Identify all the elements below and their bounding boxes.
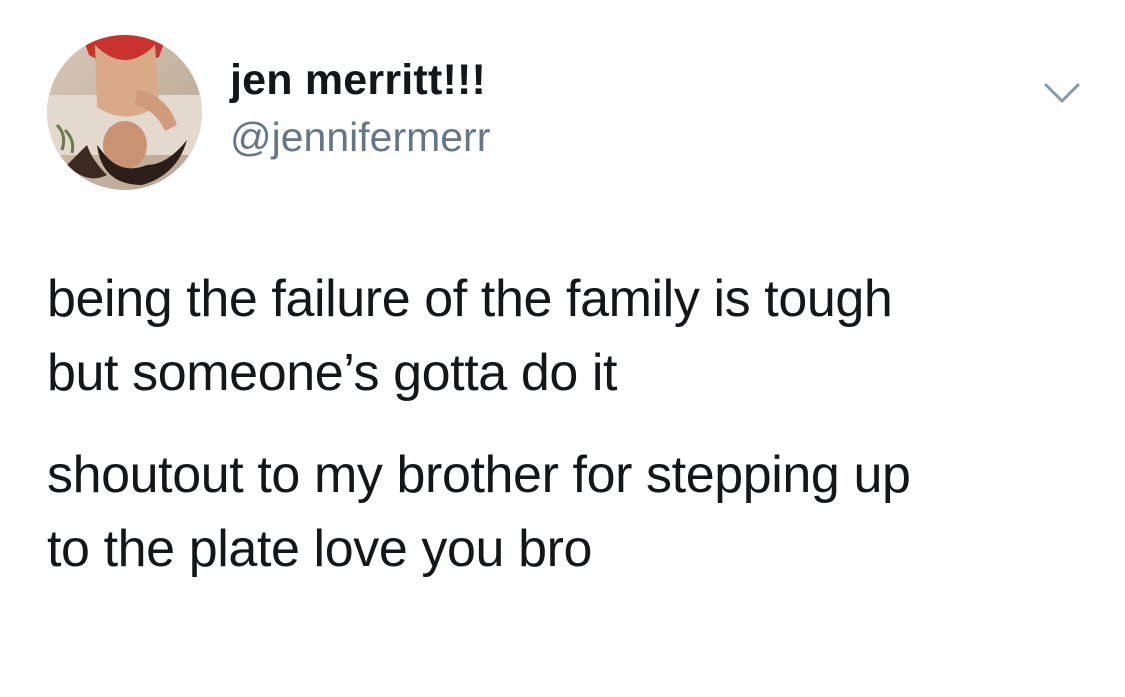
tweet-paragraph: shoutout to my brother for stepping up t…: [47, 446, 911, 578]
author-handle[interactable]: @jennifermerr: [230, 112, 490, 162]
author-display-name[interactable]: jen merritt!!!: [230, 54, 486, 106]
chevron-down-icon[interactable]: [1040, 70, 1084, 114]
tweet-body: being the failure of the family is tough…: [47, 262, 1107, 614]
author-avatar[interactable]: [47, 35, 202, 190]
tweet-card: jen merritt!!! @jennifermerr being the f…: [0, 0, 1125, 697]
profile-photo-icon: [47, 35, 202, 190]
tweet-paragraph: being the failure of the family is tough…: [47, 270, 893, 402]
